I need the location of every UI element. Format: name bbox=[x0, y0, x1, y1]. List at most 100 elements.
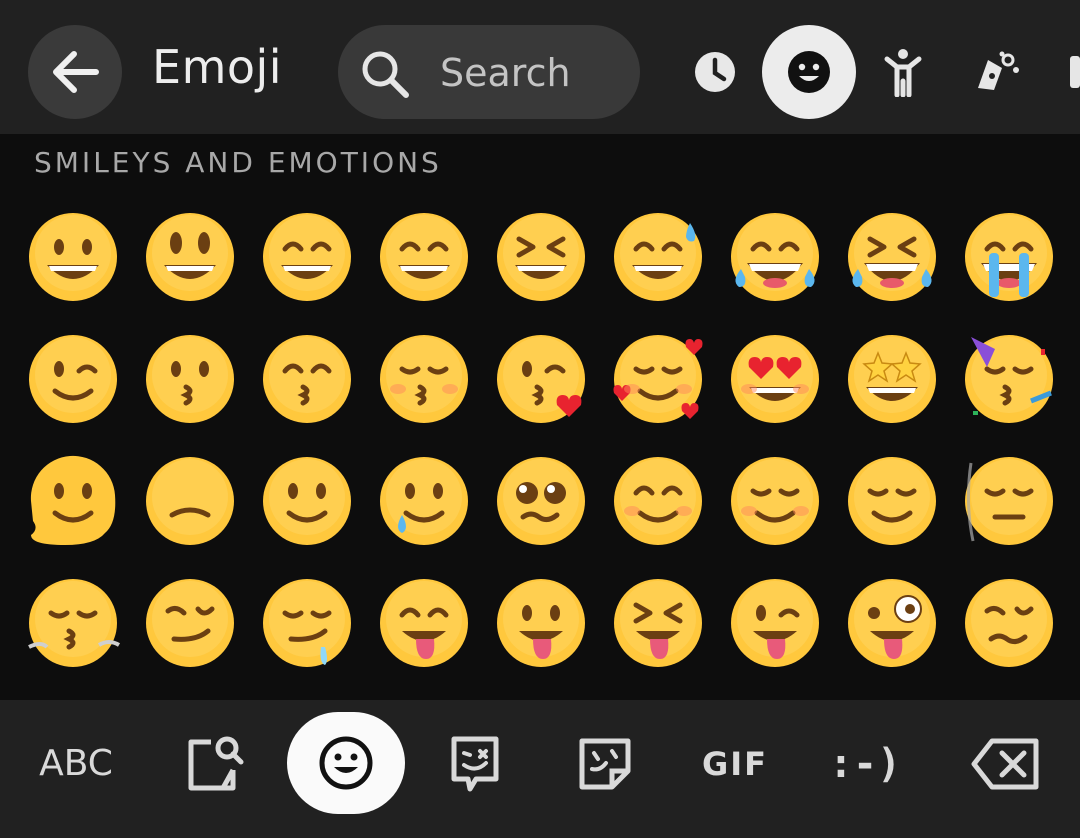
emoji-keyboard-tab[interactable] bbox=[287, 712, 405, 814]
emoji-face-exhaling[interactable] bbox=[14, 562, 131, 684]
kissing-face-with-closed-eyes-icon bbox=[379, 335, 468, 423]
smiling-face-with-heart-eyes-icon bbox=[730, 335, 819, 423]
search-input[interactable]: Search bbox=[338, 25, 640, 119]
tab-smileys[interactable] bbox=[762, 25, 856, 119]
backspace-button[interactable] bbox=[958, 714, 1054, 814]
emoji-grid bbox=[14, 196, 1074, 684]
emoji-grinning-face-with-big-eyes[interactable] bbox=[131, 196, 248, 318]
gif-button[interactable]: GIF bbox=[690, 714, 780, 814]
grinning-face-with-big-eyes-icon bbox=[145, 213, 234, 301]
emoji-relieved-face[interactable] bbox=[833, 440, 950, 562]
kissing-face-icon bbox=[145, 335, 234, 423]
winking-face-with-tongue-icon bbox=[730, 579, 819, 667]
face-with-tongue-icon bbox=[496, 579, 585, 667]
person-icon bbox=[884, 49, 922, 97]
smiley-icon bbox=[788, 51, 830, 93]
emoji-smiling-face-with-hearts[interactable] bbox=[599, 318, 716, 440]
smiling-face-with-hearts-icon bbox=[613, 335, 702, 423]
face-blowing-a-kiss-icon bbox=[496, 335, 585, 423]
smiling-face-icon bbox=[730, 457, 819, 545]
abc-button[interactable]: ABC bbox=[24, 714, 128, 814]
emoji-kissing-face-with-smiling-eyes[interactable] bbox=[248, 318, 365, 440]
emoji-winking-face[interactable] bbox=[14, 318, 131, 440]
tab-recent[interactable] bbox=[668, 25, 762, 119]
arrow-left-icon bbox=[53, 51, 99, 93]
emoji-grinning-face-with-smiling-eyes[interactable] bbox=[248, 196, 365, 318]
emoji-melting-face[interactable] bbox=[14, 440, 131, 562]
emoji-zany-face[interactable] bbox=[833, 562, 950, 684]
gif-label: GIF bbox=[701, 745, 769, 783]
grinning-face-icon bbox=[28, 213, 117, 301]
emoji-face-in-clouds[interactable] bbox=[950, 440, 1067, 562]
tab-food[interactable] bbox=[1044, 25, 1080, 119]
emoticon-button[interactable]: :-) bbox=[820, 714, 910, 814]
emoji-face-with-tongue[interactable] bbox=[482, 562, 599, 684]
emoji-face-with-tears-of-joy[interactable] bbox=[716, 196, 833, 318]
emoji-pleading-face[interactable] bbox=[482, 440, 599, 562]
sticker-button[interactable] bbox=[560, 714, 650, 814]
emoji-winking-face-with-tongue[interactable] bbox=[716, 562, 833, 684]
emoji-partying-face[interactable] bbox=[950, 318, 1067, 440]
grinning-face-with-sweat-icon bbox=[613, 213, 702, 301]
emoji-drooling-face[interactable] bbox=[248, 562, 365, 684]
search-placeholder: Search bbox=[440, 51, 571, 95]
grinning-face-with-smiling-eyes-icon bbox=[262, 213, 351, 301]
emoji-kissing-face[interactable] bbox=[131, 318, 248, 440]
emoji-star-struck[interactable] bbox=[833, 318, 950, 440]
keyboard-bottom-bar: ABC GIF:-) bbox=[0, 700, 1080, 838]
emoji-icon bbox=[319, 736, 373, 790]
tab-people[interactable] bbox=[856, 25, 950, 119]
emoji-woozy-face[interactable] bbox=[950, 562, 1067, 684]
section-title: SMILEYS AND EMOTIONS bbox=[34, 146, 442, 179]
emoji-squinting-face-with-tongue[interactable] bbox=[599, 562, 716, 684]
emoji-rolling-on-the-floor-laughing[interactable] bbox=[833, 196, 950, 318]
kissing-face-with-smiling-eyes-icon bbox=[262, 335, 351, 423]
bitmoji-icon bbox=[451, 736, 499, 792]
loudly-crying-face-icon bbox=[964, 213, 1053, 301]
rolling-on-the-floor-laughing-icon bbox=[847, 213, 936, 301]
emoji-upside-down-face[interactable] bbox=[131, 440, 248, 562]
tab-animals[interactable] bbox=[950, 25, 1044, 119]
sticker-search-button[interactable] bbox=[170, 714, 260, 814]
animal-icon bbox=[978, 51, 1019, 90]
bitmoji-button[interactable] bbox=[430, 714, 520, 814]
pleading-face-icon bbox=[496, 457, 585, 545]
face-savoring-food-icon bbox=[379, 579, 468, 667]
grinning-squinting-face-icon bbox=[496, 213, 585, 301]
slightly-smiling-face-icon bbox=[262, 457, 351, 545]
sticker-search-icon bbox=[188, 736, 244, 791]
relieved-face-icon bbox=[847, 457, 936, 545]
emoji-slightly-smiling-face[interactable] bbox=[248, 440, 365, 562]
partying-face-icon bbox=[964, 335, 1053, 423]
emoji-beaming-face[interactable] bbox=[365, 196, 482, 318]
emoji-smiling-face[interactable] bbox=[716, 440, 833, 562]
emoji-smiling-face-with-smiling-eyes[interactable] bbox=[599, 440, 716, 562]
back-button[interactable] bbox=[28, 25, 122, 119]
emoji-kissing-face-with-closed-eyes[interactable] bbox=[365, 318, 482, 440]
emoji-grinning-squinting-face[interactable] bbox=[482, 196, 599, 318]
emoji-smiling-face-with-heart-eyes[interactable] bbox=[716, 318, 833, 440]
abc-label: ABC bbox=[39, 743, 113, 784]
emoji-header: Emoji Search bbox=[0, 0, 1080, 134]
smiling-face-with-smiling-eyes-icon bbox=[613, 457, 702, 545]
squinting-face-with-tongue-icon bbox=[613, 579, 702, 667]
upside-down-face-icon bbox=[145, 457, 234, 545]
emoji-face-savoring-food[interactable] bbox=[365, 562, 482, 684]
emoji-loudly-crying-face[interactable] bbox=[950, 196, 1067, 318]
star-struck-icon bbox=[847, 335, 936, 423]
zany-face-icon bbox=[847, 579, 936, 667]
food-icon bbox=[1070, 56, 1080, 88]
emoji-grinning-face-with-sweat[interactable] bbox=[599, 196, 716, 318]
emoji-face-blowing-a-kiss[interactable] bbox=[482, 318, 599, 440]
page-title: Emoji bbox=[152, 40, 283, 94]
emoji-smirking-face[interactable] bbox=[131, 562, 248, 684]
backspace-icon bbox=[971, 738, 1039, 790]
smirking-face-icon bbox=[145, 579, 234, 667]
emoji-grinning-face[interactable] bbox=[14, 196, 131, 318]
emoji-face-holding-back-tears[interactable] bbox=[365, 440, 482, 562]
face-exhaling-icon bbox=[27, 579, 120, 667]
search-icon bbox=[362, 51, 409, 98]
drooling-face-icon bbox=[262, 579, 351, 667]
beaming-face-icon bbox=[379, 213, 468, 301]
clock-icon bbox=[695, 52, 735, 92]
